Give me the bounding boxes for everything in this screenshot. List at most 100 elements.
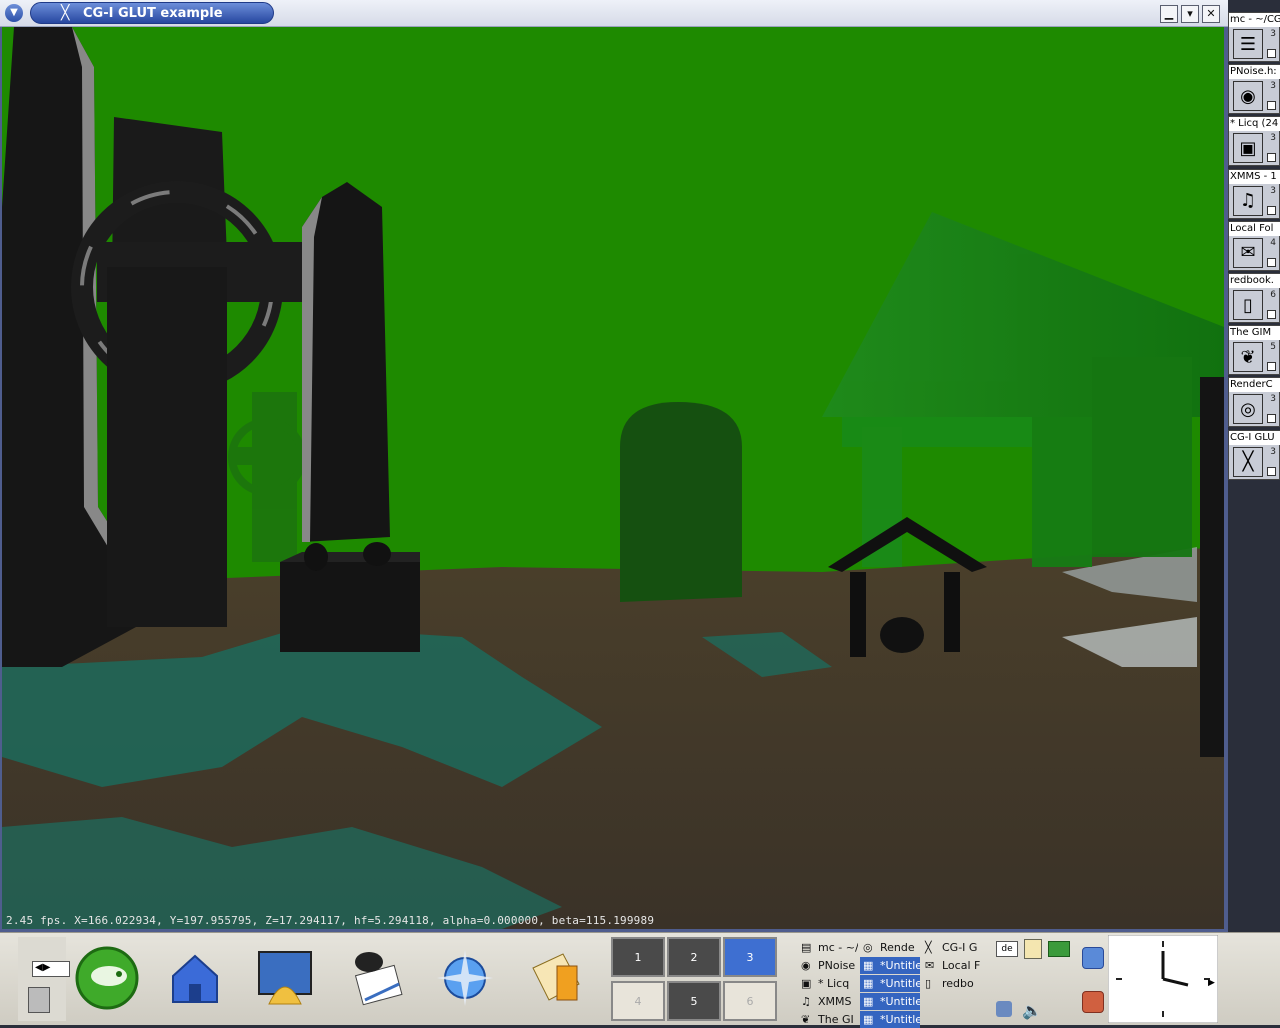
pager-item-title: XMMS - 1 [1229,169,1280,184]
konqueror-launcher[interactable] [430,943,500,1013]
svg-text:▶: ▶ [1208,978,1215,988]
task-button[interactable]: ♫ XMMS [798,993,858,1010]
pager-item-desktop: 3 [1270,394,1276,405]
task-label: mc - ~/ [818,941,858,954]
gimp-icon: ❦ [1233,342,1263,373]
pager-item[interactable]: mc - ~/CG ☰ 3 [1228,12,1280,62]
task-button[interactable]: ╳ CG-I G [922,939,982,956]
fps-status-line: 2.45 fps. X=166.022934, Y=197.955795, Z=… [6,914,655,927]
tombstone [620,402,742,602]
right-post [1200,377,1224,757]
home-icon [172,954,218,1003]
logout-icon[interactable] [1082,991,1104,1013]
title-pill[interactable]: ╳ CG-I GLUT example [30,2,274,24]
pager-item-desktop: 3 [1270,185,1276,196]
pager-item-close-box[interactable] [1267,310,1276,319]
pager-item-close-box[interactable] [1267,153,1276,163]
keyboard-layout-indicator[interactable]: de [996,941,1018,957]
pager-item-close-box[interactable] [1267,362,1276,372]
analog-clock[interactable]: ▶ [1107,934,1219,1024]
suse-launcher[interactable] [72,943,142,1013]
maximize-button[interactable]: ▾ [1181,5,1199,23]
window-pager: mc - ~/CG ☰ 3 PNoise.h: ◉ 3 * Licq (24 ▣ 3 XMMS -… [1228,12,1280,482]
task-label: The GI [818,1013,854,1026]
editor-icon [354,952,403,1006]
task-button[interactable]: ◎ Rende [860,939,920,956]
pager-item-close-box[interactable] [1267,257,1276,267]
minimize-button[interactable]: ▁ [1160,5,1178,23]
desktop-6[interactable]: 6 [723,981,777,1021]
pager-item-close-box[interactable] [1267,205,1276,215]
control-center-launcher[interactable] [250,943,320,1013]
pager-item-desktop: 6 [1270,290,1276,300]
mail-icon: ✉ [1233,237,1263,268]
kmail-icon [532,953,580,1001]
pager-item-close-box[interactable] [1267,49,1276,58]
glut-window: ▼ ╳ CG-I GLUT example ▁ ▾ ✕ 2.45 fps. X=… [0,0,1228,932]
task-button[interactable]: ▯ redbo [922,975,982,992]
gimp-image-icon: ▦ [863,995,874,1008]
klipper-icon[interactable] [1024,939,1042,959]
pager-item[interactable]: RenderC ◎ 3 [1228,377,1280,428]
network-icon[interactable] [1048,941,1070,957]
task-button[interactable]: ▦ *Untitle [860,975,920,992]
close-button[interactable]: ✕ [1202,5,1220,23]
gimp-image-icon: ▦ [863,977,874,990]
pager-item[interactable]: CG-I GLU ╳ 3 [1228,429,1280,480]
opengl-viewport[interactable]: 2.45 fps. X=166.022934, Y=197.955795, Z=… [2,27,1224,929]
desktop-5[interactable]: 5 [667,981,721,1021]
task-button[interactable]: ✉ Local F [922,957,982,974]
arrow-icon[interactable]: ◀▶ [32,961,70,977]
document-icon: ▯ [1233,290,1263,320]
pager-item-close-box[interactable] [1267,466,1276,476]
task-button[interactable]: ▣ * Licq [798,975,858,992]
pager-item[interactable]: XMMS - 1 ♫ 3 [1228,168,1280,219]
panel-applet-handle[interactable]: ◀▶ [18,937,70,1021]
window-menu-button[interactable]: ▼ [5,4,23,22]
task-button[interactable]: ▦ *Untitle [860,993,920,1010]
printer-icon[interactable] [996,1001,1012,1017]
task-label: Local F [942,959,981,972]
music-icon: ♫ [1233,185,1263,216]
pager-item-desktop: 3 [1270,446,1276,457]
pager-item-close-box[interactable] [1267,414,1276,424]
title-bar[interactable]: ▼ ╳ CG-I GLUT example ▁ ▾ ✕ [0,0,1228,27]
pager-item[interactable]: The GIM ❦ 5 [1228,325,1280,376]
pager-item-close-box[interactable] [1267,101,1276,111]
home-launcher[interactable] [160,943,230,1013]
pager-item-title: mc - ~/CG [1229,13,1280,27]
pager-item-desktop: 5 [1270,342,1276,353]
task-label: * Licq [818,977,850,990]
task-button[interactable]: ❦ The GI [798,1011,858,1028]
pager-item[interactable]: PNoise.h: ◉ 3 [1228,64,1280,115]
desktop-4[interactable]: 4 [611,981,665,1021]
pager-item-desktop: 3 [1270,133,1276,144]
x-logo-icon: ╳ [925,941,932,954]
taskbar: ▤ mc - ~/ ◎ Rende ╳ CG-I G ◉ PNoise ▦ *Untitle ✉ Lo… [798,935,988,1028]
clock-face: ▶ [1107,934,1219,1024]
task-button[interactable]: ▦ *Untitle [860,1011,920,1028]
task-button[interactable]: ▦ *Untitle [860,957,920,974]
gimp-image-icon: ▦ [863,959,874,972]
kde-panel: ◀▶ 1 2 3 4 5 6 ▤ mc - ~/ ◎ Rende ╳ CG-I … [0,932,1280,1028]
volume-icon[interactable]: 🔈 [1022,1001,1042,1020]
music-icon: ♫ [801,995,811,1008]
pager-item[interactable]: redbook. ▯ 6 [1228,273,1280,323]
browser-icon: ◉ [1233,81,1263,112]
pager-item[interactable]: Local Fol ✉ 4 [1228,220,1280,271]
drive-icon[interactable] [28,987,50,1013]
lock-screen-icon[interactable] [1082,947,1104,969]
task-button[interactable]: ▤ mc - ~/ [798,939,858,956]
pager-item-desktop: 3 [1270,29,1276,39]
pager-item[interactable]: * Licq (24 ▣ 3 [1228,116,1280,167]
desktop-1[interactable]: 1 [611,937,665,977]
task-label: XMMS [818,995,852,1008]
kmail-launcher[interactable] [520,943,590,1013]
desktop-3[interactable]: 3 [723,937,777,977]
pager-item-desktop: 4 [1270,237,1276,248]
task-button[interactable]: ◉ PNoise [798,957,858,974]
file-manager-icon: ☰ [1233,29,1263,59]
desktop-2[interactable]: 2 [667,937,721,977]
editor-launcher[interactable] [340,943,410,1013]
task-label: *Untitle [880,959,920,972]
